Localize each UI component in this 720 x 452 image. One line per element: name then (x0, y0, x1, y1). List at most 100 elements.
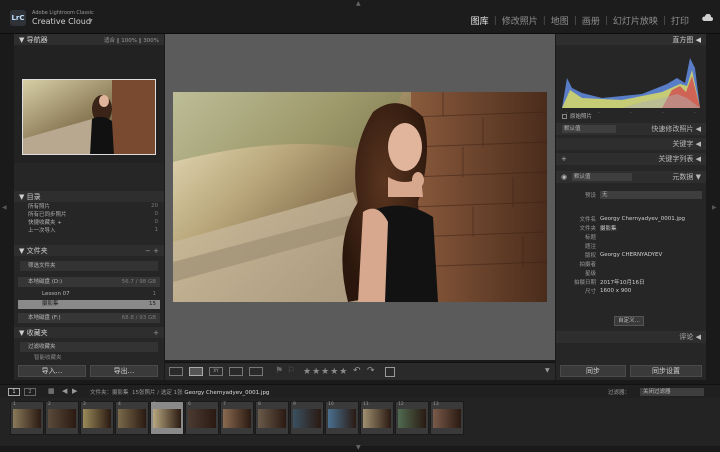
zoom-100[interactable]: 100% (121, 38, 137, 44)
quick-develop-preset[interactable]: 默认值 (562, 125, 616, 133)
quick-develop-header[interactable]: 默认值 快速修改照片 ◀ (556, 123, 706, 135)
grid-view-icon[interactable] (169, 367, 183, 376)
metadata-field-value[interactable]: Georgy Chernyadyev_0001.jpg (600, 216, 702, 222)
filmstrip-thumb[interactable]: 5 (150, 401, 184, 435)
metadata-preset[interactable]: 默认值 (572, 173, 632, 181)
collections-add-icon[interactable]: + (153, 329, 159, 337)
folders-remove-icon[interactable]: − (145, 247, 151, 255)
thumb-image[interactable] (83, 409, 111, 428)
cloud-sync-icon[interactable] (701, 14, 713, 22)
keyword-list-header[interactable]: + 关键字列表 ◀ (556, 153, 706, 165)
keywording-header[interactable]: 关键字 ◀ (556, 138, 706, 150)
metadata-field-row[interactable]: 拍摄者 (562, 259, 702, 268)
filmstrip-source[interactable]: 文件夹：摄影集 15张照片 / 选定 1张 Georgy Chernyadyev… (90, 388, 269, 396)
customize-button[interactable]: 自定义... (614, 316, 644, 326)
filmstrip-thumb[interactable]: 9 (290, 401, 324, 435)
histogram-header[interactable]: 直方图 ◀ (556, 34, 706, 45)
crop-icon[interactable] (385, 367, 395, 377)
metadata-field-row[interactable]: 题注 (562, 241, 702, 250)
filter-select[interactable]: 关闭过滤器 (640, 388, 704, 396)
thumb-image[interactable] (223, 409, 251, 428)
metadata-field-value[interactable]: 1600 x 900 (600, 288, 702, 294)
filmstrip-thumb[interactable]: 8 (255, 401, 289, 435)
metadata-field-value[interactable]: Georgy CHERNYADYEV (600, 252, 702, 258)
left-panel-edge[interactable]: ◀ (0, 34, 10, 384)
rotate-right-icon[interactable]: ↷ (367, 366, 375, 376)
navigator-header[interactable]: ▼ 导航器 适合 ‖ 100% ‖ 300% (14, 34, 164, 45)
metadata-field-row[interactable]: 尺寸 1600 x 900 (562, 286, 702, 295)
window-2-button[interactable]: 2 (24, 388, 36, 396)
toolbar-menu-icon[interactable]: ▼ (545, 367, 550, 374)
flag-pick-icon[interactable]: ⚑ (275, 366, 283, 376)
module-book[interactable]: 画册 (577, 14, 605, 27)
filmstrip-thumb[interactable]: 13 (430, 401, 464, 435)
module-map[interactable]: 地图 (546, 14, 574, 27)
volume-row[interactable]: 本地磁盘 (D:) 56.7 / 98 GB (18, 277, 160, 287)
catalog-item[interactable]: 快捷收藏夹 +0 (14, 218, 164, 226)
filmstrip-thumb[interactable]: 10 (325, 401, 359, 435)
filmstrip-thumb[interactable]: 12 (395, 401, 429, 435)
window-1-button[interactable]: 1 (8, 388, 20, 396)
module-print[interactable]: 打印 (666, 14, 694, 27)
flag-reject-icon[interactable]: ⚐ (287, 366, 295, 376)
brand-main[interactable]: Creative Cloud (32, 17, 91, 26)
thumb-image[interactable] (398, 409, 426, 428)
metadata-field-value[interactable]: 摄影集 (600, 224, 702, 232)
sync-settings-button[interactable]: 同步设置 (630, 365, 702, 377)
right-panel-edge[interactable]: ▶ (710, 34, 720, 384)
filmstrip-thumb[interactable]: 3 (80, 401, 114, 435)
navigator-collapse-icon[interactable]: ▼ (19, 36, 27, 44)
comments-header[interactable]: 评论 ◀ (556, 331, 706, 343)
catalog-item[interactable]: 所有已同步照片 0 (14, 210, 164, 218)
module-develop[interactable]: 修改照片 (497, 14, 543, 27)
filmstrip-thumb[interactable]: 4 (115, 401, 149, 435)
metadata-field-row[interactable]: 标题 (562, 232, 702, 241)
zoom-fit[interactable]: 适合 (104, 38, 115, 44)
people-view-icon[interactable] (249, 367, 263, 376)
bottom-panel-toggle-icon[interactable]: ▼ (356, 444, 361, 451)
metadata-field-row[interactable]: 拍摄日期 2017年10月16日 (562, 277, 702, 286)
back-arrow-icon[interactable]: ◀ (62, 387, 67, 395)
main-photo[interactable] (173, 92, 547, 302)
filmstrip-thumb[interactable]: 6 (185, 401, 219, 435)
metadata-header[interactable]: ◉ 默认值 元数据 ▼ (556, 171, 706, 183)
metadata-field-value[interactable]: 2017年10月16日 (600, 278, 702, 286)
thumb-image[interactable] (153, 409, 181, 428)
folder-item-selected[interactable]: 摄影集 15 (18, 300, 160, 309)
metadata-field-row[interactable]: 星级 (562, 268, 702, 277)
folder-item[interactable]: Lesson 07 1 (18, 290, 160, 299)
original-photo-checkbox[interactable] (562, 113, 567, 119)
metadata-eye-icon[interactable]: ◉ (561, 173, 567, 181)
rotate-left-icon[interactable]: ↶ (353, 366, 361, 376)
metadata-field-row[interactable]: 文件夹 摄影集 (562, 223, 702, 232)
grid-icon[interactable]: ▦ (48, 387, 55, 395)
module-library[interactable]: 图库 (466, 14, 494, 27)
volume-row[interactable]: 本地磁盘 (F:) 68.8 / 93 GB (18, 313, 160, 323)
metadata-field-row[interactable]: 文件名 Georgy Chernyadyev_0001.jpg (562, 214, 702, 223)
forward-arrow-icon[interactable]: ▶ (72, 387, 77, 395)
top-panel-toggle-icon[interactable]: ▲ (356, 0, 361, 7)
folders-add-icon[interactable]: + (153, 247, 159, 255)
filmstrip-thumb[interactable]: 7 (220, 401, 254, 435)
keyword-add-icon[interactable]: + (561, 155, 567, 163)
catalog-item[interactable]: 上一次导入 1 (14, 226, 164, 234)
folder-filter-input[interactable]: 筛选文件夹 (20, 261, 158, 271)
sync-button[interactable]: 同步 (560, 365, 626, 377)
catalog-item[interactable]: 所有照片 20 (14, 202, 164, 210)
original-photo-row[interactable]: 原始照片 (562, 112, 592, 120)
brand-dropdown-icon[interactable]: ▼ (88, 18, 93, 25)
module-slideshow[interactable]: 幻灯片放映 (608, 14, 663, 27)
left-panel-toggle-icon[interactable]: ◀ (2, 204, 7, 211)
navigator-viewport-frame[interactable] (22, 79, 156, 155)
metadata-field-row[interactable]: 版权 Georgy CHERNYADYEV (562, 250, 702, 259)
thumb-image[interactable] (258, 409, 286, 428)
collections-header[interactable]: ▼ 收藏夹 + (14, 327, 164, 338)
zoom-300[interactable]: 300% (143, 38, 159, 44)
thumb-image[interactable] (328, 409, 356, 428)
loupe-view-icon[interactable] (189, 367, 203, 376)
filmstrip-thumb[interactable]: 11 (360, 401, 394, 435)
navigator-preview[interactable] (14, 45, 164, 163)
star-rating[interactable]: ★★★★★ (303, 367, 348, 377)
collection-filter-input[interactable]: 过滤收藏夹 (20, 342, 158, 352)
thumb-image[interactable] (188, 409, 216, 428)
